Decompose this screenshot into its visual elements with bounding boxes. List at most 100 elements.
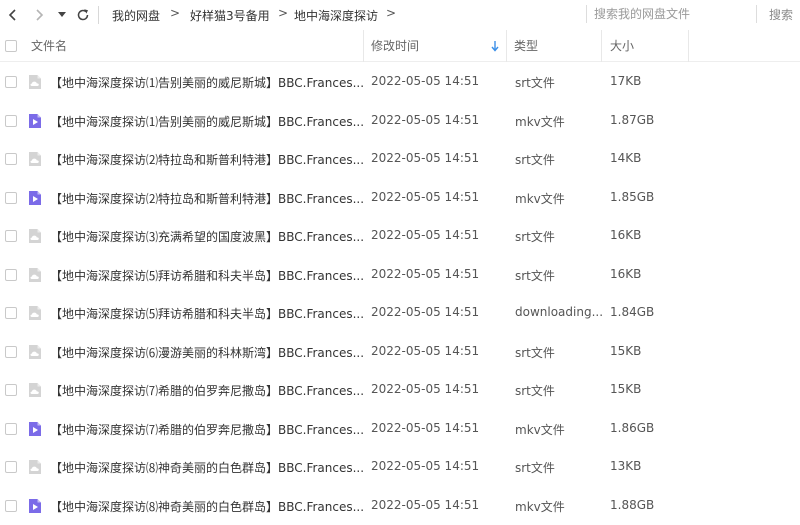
breadcrumb-folder[interactable]: 好样猫3号备用	[190, 7, 270, 24]
file-name[interactable]: 【地中海深度探访⑵特拉岛和斯普利特港】BBC.Frances...	[50, 151, 364, 168]
file-name[interactable]: 【地中海深度探访⑴告别美丽的威尼斯城】BBC.Frances...	[50, 74, 364, 91]
file-row[interactable]: 【地中海深度探访⑺希腊的伯罗奔尼撒岛】BBC.Frances... 2022-0…	[0, 410, 800, 448]
select-all-checkbox[interactable]	[5, 40, 17, 52]
file-row[interactable]: 【地中海深度探访⑻神奇美丽的白色群岛】BBC.Frances... 2022-0…	[0, 487, 800, 525]
file-row[interactable]: 【地中海深度探访⑵特拉岛和斯普利特港】BBC.Frances... 2022-0…	[0, 140, 800, 178]
chevron-right-icon	[36, 9, 44, 21]
row-checkbox[interactable]	[5, 114, 17, 127]
video-file-icon	[29, 113, 41, 128]
subtitle-file-icon	[29, 344, 41, 359]
breadcrumb-separator: >	[386, 6, 397, 20]
file-modified-time: 2022-05-05 14:51	[371, 343, 480, 358]
column-type-header[interactable]: 类型	[514, 30, 538, 62]
file-type: srt文件	[515, 384, 555, 398]
file-modified-time: 2022-05-05 14:51	[371, 189, 480, 204]
row-checkbox[interactable]	[5, 461, 17, 473]
file-name[interactable]: 【地中海深度探访⑶充满希望的国度波黑】BBC.Frances...	[50, 228, 364, 245]
row-checkbox[interactable]	[5, 268, 17, 281]
refresh-button[interactable]	[72, 4, 94, 26]
subtitle-file-icon	[29, 152, 41, 166]
column-divider[interactable]	[363, 30, 364, 62]
file-row[interactable]: 【地中海深度探访⑹漫游美丽的科林斯湾】BBC.Frances... 2022-0…	[0, 333, 800, 371]
row-checkbox[interactable]	[5, 307, 17, 319]
file-size: 16KB	[610, 266, 642, 281]
file-type: downloading...	[515, 305, 604, 319]
file-modified-time: 2022-05-05 14:51	[371, 112, 480, 127]
sort-descending-icon[interactable]	[491, 41, 499, 52]
subtitle-file-icon	[29, 267, 41, 282]
file-row[interactable]: 【地中海深度探访⑻神奇美丽的白色群岛】BBC.Frances... 2022-0…	[0, 448, 800, 486]
file-type: srt文件	[515, 268, 555, 283]
subtitle-file-icon	[29, 229, 41, 243]
forward-button[interactable]	[28, 4, 50, 26]
file-modified-time: 2022-05-05 14:51	[371, 151, 480, 165]
subtitle-file-icon	[29, 306, 41, 320]
file-type: mkv文件	[515, 499, 565, 514]
file-row[interactable]: 【地中海深度探访⑴告别美丽的威尼斯城】BBC.Frances... 2022-0…	[0, 63, 800, 101]
file-size: 15KB	[610, 382, 642, 396]
breadcrumb-separator: >	[170, 6, 181, 20]
search-box: 搜索	[586, 3, 800, 25]
file-modified-time: 2022-05-05 14:51	[371, 420, 480, 435]
breadcrumb-current[interactable]: 地中海深度探访	[294, 7, 378, 24]
search-button[interactable]: 搜索	[769, 6, 793, 23]
file-name[interactable]: 【地中海深度探访⑵特拉岛和斯普利特港】BBC.Frances...	[50, 190, 364, 207]
file-type: srt文件	[515, 461, 555, 475]
file-modified-time: 2022-05-05 14:51	[371, 459, 480, 473]
row-checkbox[interactable]	[5, 422, 17, 435]
file-name[interactable]: 【地中海深度探访⑸拜访希腊和科夫半岛】BBC.Frances...	[50, 305, 364, 322]
search-input[interactable]	[592, 3, 752, 25]
file-row[interactable]: 【地中海深度探访⑵特拉岛和斯普利特港】BBC.Frances... 2022-0…	[0, 179, 800, 217]
file-name[interactable]: 【地中海深度探访⑺希腊的伯罗奔尼撒岛】BBC.Frances...	[50, 382, 364, 399]
column-header: 文件名 修改时间 类型 大小	[0, 30, 800, 62]
file-size: 17KB	[610, 74, 642, 88]
file-name[interactable]: 【地中海深度探访⑺希腊的伯罗奔尼撒岛】BBC.Frances...	[50, 421, 364, 438]
column-divider[interactable]	[688, 30, 689, 62]
file-size: 1.85GB	[610, 189, 655, 204]
file-type: mkv文件	[515, 422, 565, 437]
row-checkbox[interactable]	[5, 384, 17, 396]
file-row[interactable]: 【地中海深度探访⑴告别美丽的威尼斯城】BBC.Frances... 2022-0…	[0, 102, 800, 140]
file-row[interactable]: 【地中海深度探访⑸拜访希腊和科夫半岛】BBC.Frances... 2022-0…	[0, 294, 800, 332]
video-file-icon	[29, 190, 41, 205]
refresh-icon	[77, 9, 89, 21]
file-row[interactable]: 【地中海深度探访⑶充满希望的国度波黑】BBC.Frances... 2022-0…	[0, 217, 800, 255]
file-modified-time: 2022-05-05 14:51	[371, 305, 480, 319]
file-size: 15KB	[610, 343, 642, 358]
row-checkbox[interactable]	[5, 230, 17, 242]
file-name[interactable]: 【地中海深度探访⑸拜访希腊和科夫半岛】BBC.Frances...	[50, 267, 364, 284]
row-checkbox[interactable]	[5, 191, 17, 204]
file-size: 1.88GB	[610, 497, 655, 512]
breadcrumb-root[interactable]: 我的网盘	[112, 7, 160, 24]
file-modified-time: 2022-05-05 14:51	[371, 266, 480, 281]
search-divider	[756, 5, 757, 23]
file-row[interactable]: 【地中海深度探访⑺希腊的伯罗奔尼撒岛】BBC.Frances... 2022-0…	[0, 371, 800, 409]
chevron-left-icon	[8, 9, 16, 21]
file-size: 13KB	[610, 459, 642, 473]
file-size: 14KB	[610, 151, 642, 165]
row-checkbox[interactable]	[5, 153, 17, 165]
video-file-icon	[29, 421, 41, 436]
file-name[interactable]: 【地中海深度探访⑻神奇美丽的白色群岛】BBC.Frances...	[50, 498, 364, 515]
column-size-header[interactable]: 大小	[610, 30, 634, 62]
file-row[interactable]: 【地中海深度探访⑸拜访希腊和科夫半岛】BBC.Frances... 2022-0…	[0, 256, 800, 294]
column-divider[interactable]	[601, 30, 602, 62]
file-type: srt文件	[515, 153, 555, 167]
file-name[interactable]: 【地中海深度探访⑻神奇美丽的白色群岛】BBC.Frances...	[50, 459, 364, 476]
file-size: 1.87GB	[610, 112, 655, 127]
back-button[interactable]	[2, 4, 24, 26]
column-name-header[interactable]: 文件名	[31, 30, 67, 62]
column-divider[interactable]	[506, 30, 507, 62]
file-size: 16KB	[610, 228, 642, 242]
file-name[interactable]: 【地中海深度探访⑹漫游美丽的科林斯湾】BBC.Frances...	[50, 344, 364, 361]
file-name[interactable]: 【地中海深度探访⑴告别美丽的威尼斯城】BBC.Frances...	[50, 113, 364, 130]
file-size: 1.84GB	[610, 305, 655, 319]
row-checkbox[interactable]	[5, 499, 17, 512]
file-type: mkv文件	[515, 191, 565, 206]
row-checkbox[interactable]	[5, 76, 17, 88]
file-type: srt文件	[515, 76, 555, 90]
row-checkbox[interactable]	[5, 345, 17, 358]
column-modified-header[interactable]: 修改时间	[371, 30, 419, 62]
history-dropdown-button[interactable]	[54, 4, 70, 26]
file-size: 1.86GB	[610, 420, 655, 435]
